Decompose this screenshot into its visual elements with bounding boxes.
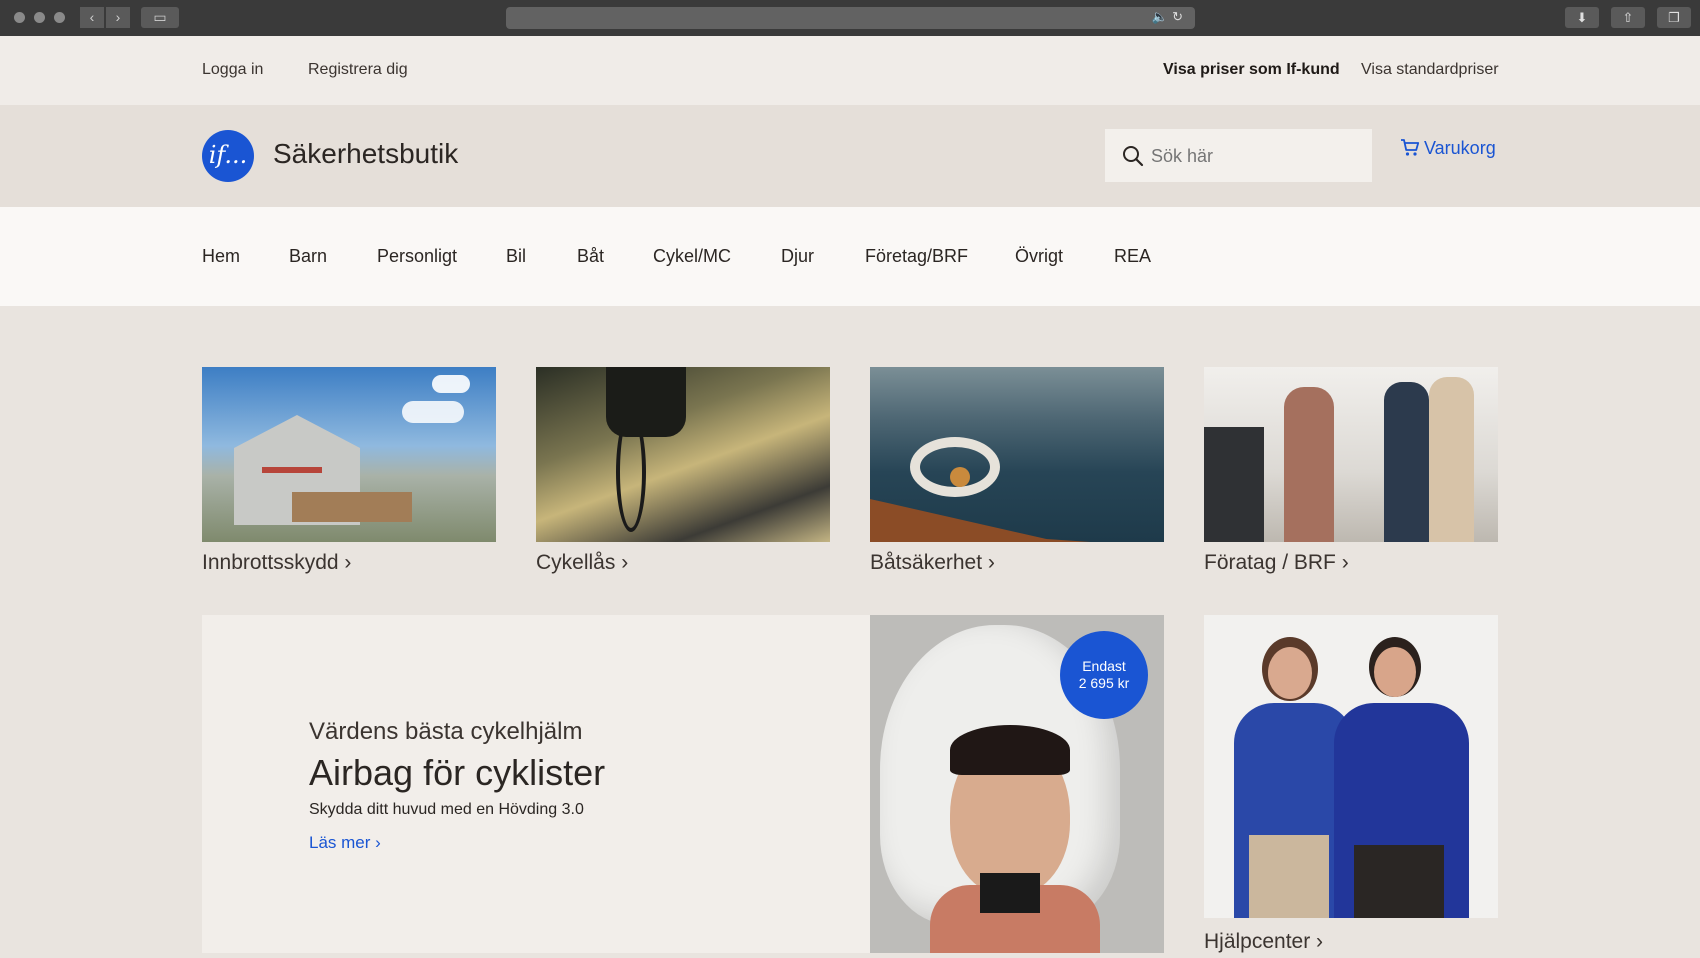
sidebar-toggle-icon[interactable]: ▭ xyxy=(141,7,179,28)
brand-name[interactable]: Säkerhetsbutik xyxy=(273,138,458,170)
category-label[interactable]: Cykellås › xyxy=(536,551,830,575)
category-label[interactable]: Båtsäkerhet › xyxy=(870,551,1164,575)
if-logo[interactable]: if... xyxy=(202,130,254,182)
badge-line-2: 2 695 kr xyxy=(1078,675,1130,691)
close-window-dot[interactable] xyxy=(14,12,25,23)
nav-item-foretag-brf[interactable]: Företag/BRF xyxy=(865,246,968,267)
help-center-label[interactable]: Hjälpcenter › xyxy=(1204,930,1498,954)
zoom-window-dot[interactable] xyxy=(54,12,65,23)
read-more-link[interactable]: Läs mer › xyxy=(309,833,381,853)
register-link[interactable]: Registrera dig xyxy=(308,61,408,79)
cart-button[interactable]: Varukorg xyxy=(1400,138,1496,159)
nav-item-hem[interactable]: Hem xyxy=(202,246,240,267)
nav-item-personligt[interactable]: Personligt xyxy=(377,246,457,267)
nav-item-bat[interactable]: Båt xyxy=(577,246,604,267)
promo-description: Skydda ditt huvud med en Hövding 3.0 xyxy=(309,801,584,818)
bicycle-image xyxy=(536,367,830,542)
category-card-burglary[interactable]: Innbrottsskydd › xyxy=(202,367,496,575)
download-icon[interactable]: ⬇ xyxy=(1565,7,1599,28)
badge-line-1: Endast xyxy=(1082,658,1126,674)
standard-prices-link[interactable]: Visa standardpriser xyxy=(1361,61,1499,79)
cart-icon xyxy=(1401,139,1420,156)
promo-title: Airbag för cyklister xyxy=(309,752,606,793)
tabs-icon[interactable]: ❐ xyxy=(1657,7,1691,28)
help-center-card[interactable]: Hjälpcenter › xyxy=(1204,615,1498,954)
airbag-helmet-image[interactable]: Endast 2 695 kr xyxy=(870,615,1164,953)
nav-item-bil[interactable]: Bil xyxy=(506,246,526,267)
back-icon[interactable]: ‹ xyxy=(80,7,104,28)
nav-item-djur[interactable]: Djur xyxy=(781,246,814,267)
promo-banner: Värdens bästa cykelhjälm Airbag för cykl… xyxy=(202,615,870,953)
if-customer-prices-link[interactable]: Visa priser som If-kund xyxy=(1163,61,1340,79)
utility-bar: Logga in Registrera dig Visa priser som … xyxy=(0,36,1700,105)
main-navigation: Hem Barn Personligt Bil Båt Cykel/MC Dju… xyxy=(0,207,1700,306)
boat-rope-image xyxy=(870,367,1164,542)
minimize-window-dot[interactable] xyxy=(34,12,45,23)
nav-item-cykel-mc[interactable]: Cykel/MC xyxy=(653,246,731,267)
search-box[interactable] xyxy=(1105,129,1372,182)
category-card-business[interactable]: Föratag / BRF › xyxy=(1204,367,1498,575)
share-icon[interactable]: ⇧ xyxy=(1611,7,1645,28)
office-image xyxy=(1204,367,1498,542)
address-bar[interactable]: 🔈↻ xyxy=(506,7,1195,29)
login-link[interactable]: Logga in xyxy=(202,61,263,79)
category-card-bike-locks[interactable]: Cykellås › xyxy=(536,367,830,575)
audio-reload-icons[interactable]: 🔈↻ xyxy=(1152,9,1187,25)
category-card-boat-safety[interactable]: Båtsäkerhet › xyxy=(870,367,1164,575)
search-icon xyxy=(1123,146,1144,167)
browser-toolbar: ‹ › ▭ 🔈↻ ⬇ ⇧ ❐ xyxy=(0,0,1700,36)
price-badge: Endast 2 695 kr xyxy=(1060,631,1148,719)
cart-label: Varukorg xyxy=(1424,138,1496,158)
promo-subtitle: Värdens bästa cykelhjälm xyxy=(309,718,583,745)
site-header: if... Säkerhetsbutik Varukorg xyxy=(0,105,1700,207)
category-label[interactable]: Innbrottsskydd › xyxy=(202,551,496,575)
nav-item-ovrigt[interactable]: Övrigt xyxy=(1015,246,1063,267)
help-center-image xyxy=(1204,615,1498,918)
nav-item-barn[interactable]: Barn xyxy=(289,246,327,267)
house-image xyxy=(202,367,496,542)
search-input[interactable] xyxy=(1151,146,1351,167)
category-label[interactable]: Föratag / BRF › xyxy=(1204,551,1498,575)
forward-icon[interactable]: › xyxy=(106,7,130,28)
nav-item-rea[interactable]: REA xyxy=(1114,246,1151,267)
